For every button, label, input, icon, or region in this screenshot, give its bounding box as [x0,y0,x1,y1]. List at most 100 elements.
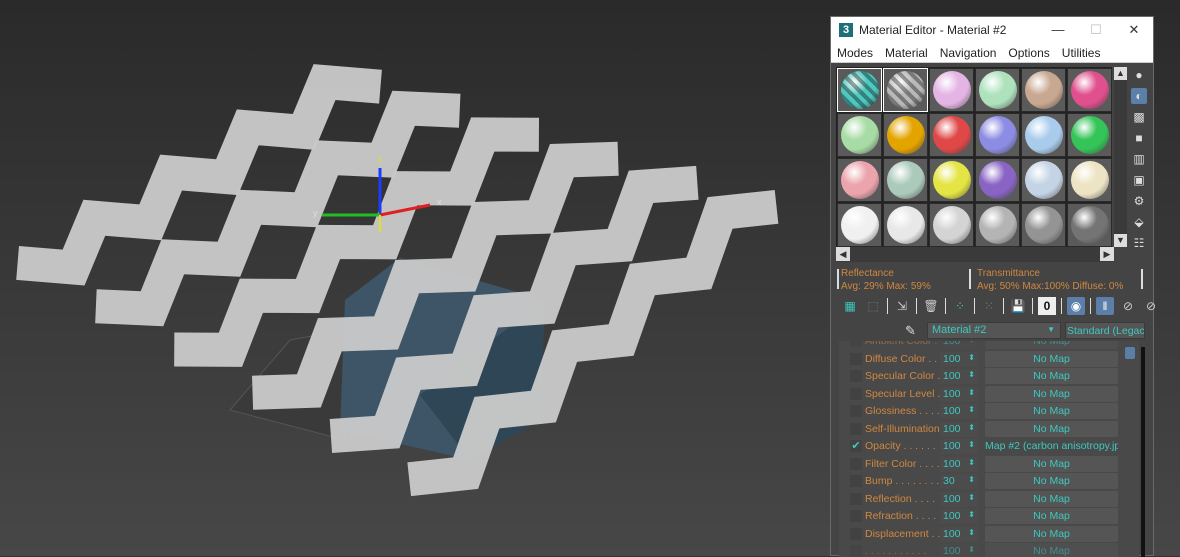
get-material-icon[interactable]: ▦ [841,297,859,315]
map-button[interactable]: No Map [985,420,1118,437]
go-to-parent-icon[interactable]: ⊘ [1119,297,1137,315]
lock-icon[interactable] [1125,347,1135,359]
material-slot[interactable] [975,158,1020,202]
menu-navigation[interactable]: Navigation [934,46,1003,60]
map-button[interactable]: No Map [985,385,1118,402]
put-to-library-icon[interactable]: ⁙ [980,297,998,315]
map-button[interactable]: Map #2 (carbon anisotropy.jpg) [985,438,1118,454]
material-slot[interactable] [883,113,928,157]
make-preview-icon[interactable]: ▣ [1131,172,1147,188]
scroll-right-icon[interactable]: ▶ [1100,247,1114,261]
map-enable-checkbox[interactable] [850,422,862,435]
map-button[interactable]: No Map [985,403,1118,419]
select-by-material-icon[interactable]: ⬙ [1131,214,1147,230]
minimize-button[interactable]: — [1039,22,1077,38]
material-slot[interactable] [929,158,974,202]
material-id-icon[interactable]: 0 [1038,297,1056,315]
material-slot[interactable] [883,203,928,247]
scroll-down-icon[interactable]: ▼ [1114,234,1127,247]
map-button[interactable]: No Map [985,368,1118,384]
material-name-field[interactable]: Material #2 ▼ [927,322,1061,339]
close-button[interactable]: ✕ [1115,22,1153,38]
backlight-icon[interactable]: ◐ [1131,88,1147,104]
material-slot[interactable] [1021,158,1066,202]
material-slot[interactable] [883,68,928,112]
material-slot[interactable] [1067,158,1112,202]
map-enable-checkbox[interactable] [850,545,862,557]
menu-material[interactable]: Material [879,46,934,60]
material-slot[interactable] [1021,68,1066,112]
map-button[interactable]: No Map [985,350,1118,367]
material-map-navigator-icon[interactable]: ☷ [1131,235,1147,251]
map-button[interactable]: No Map [985,455,1118,472]
scroll-up-icon[interactable]: ▲ [1114,67,1127,80]
menu-modes[interactable]: Modes [831,46,879,60]
material-slot[interactable] [1021,203,1066,247]
material-slot[interactable] [837,158,882,202]
menu-options[interactable]: Options [1002,46,1055,60]
slots-horizontal-scrollbar[interactable]: ◀ ▶ [836,247,1114,262]
material-slot[interactable] [883,158,928,202]
map-amount-spinner[interactable]: 100⬍ [940,526,978,542]
map-amount-spinner[interactable]: 100⬍ [940,421,978,437]
map-amount-spinner[interactable]: 100⬍ [940,351,978,367]
map-amount-spinner[interactable]: 100⬍ [940,544,978,557]
material-type-button[interactable]: Standard (Legacy) [1065,322,1145,339]
map-enable-checkbox[interactable] [850,387,862,400]
material-slot[interactable] [1067,203,1112,247]
material-slot[interactable] [1067,113,1112,157]
map-enable-checkbox[interactable] [850,405,862,417]
menu-utilities[interactable]: Utilities [1056,46,1107,60]
map-enable-checkbox[interactable] [850,475,862,487]
map-button[interactable]: No Map [985,341,1118,349]
map-enable-checkbox[interactable] [850,352,862,365]
map-enable-checkbox[interactable] [850,492,862,505]
map-enable-checkbox[interactable] [850,527,862,540]
slots-vertical-scrollbar[interactable]: ▲ ▼ [1114,67,1127,247]
map-amount-spinner[interactable]: 100⬍ [940,369,978,384]
save-icon[interactable]: 💾 [1009,297,1027,315]
uv-tiling-icon[interactable]: ■ [1131,130,1147,146]
put-to-scene-icon[interactable]: ⬚ [864,297,882,315]
eyedropper-icon[interactable]: ✎ [905,323,916,339]
material-slot[interactable] [975,68,1020,112]
material-slot[interactable] [837,113,882,157]
material-slot[interactable] [837,68,882,112]
map-amount-spinner[interactable]: 100⬍ [940,509,978,524]
map-enable-checkbox[interactable] [850,370,862,382]
map-amount-spinner[interactable]: 100⬍ [940,404,978,419]
background-icon[interactable]: ▩ [1131,109,1147,125]
map-amount-spinner[interactable]: 30 ⬍ [940,474,978,489]
map-amount-spinner[interactable]: 100⬍ [940,456,978,472]
video-color-check-icon[interactable]: ▥ [1131,151,1147,167]
map-amount-spinner[interactable]: 100⬍ [940,439,978,454]
map-button[interactable]: No Map [985,525,1118,542]
map-enable-checkbox[interactable] [850,341,862,347]
map-enable-checkbox[interactable] [850,510,862,522]
map-button[interactable]: No Map [985,490,1118,507]
panel-scrollbar[interactable] [1141,347,1145,557]
map-enable-checkbox[interactable]: ✔ [850,440,862,452]
map-amount-spinner[interactable]: 100⬍ [940,341,978,349]
material-slot[interactable] [929,203,974,247]
material-slot[interactable] [1021,113,1066,157]
material-slot[interactable] [975,113,1020,157]
material-slot[interactable] [837,203,882,247]
go-forward-sibling-icon[interactable]: ⊘ [1142,297,1160,315]
reset-map-icon[interactable]: 🗑 [922,297,940,315]
material-slot[interactable] [1067,68,1112,112]
material-slot[interactable] [975,203,1020,247]
map-amount-spinner[interactable]: 100⬍ [940,386,978,402]
map-button[interactable]: No Map [985,508,1118,524]
map-amount-spinner[interactable]: 100⬍ [940,491,978,507]
scroll-left-icon[interactable]: ◀ [836,247,850,261]
title-bar[interactable]: 3 Material Editor - Material #2 — ☐ ✕ [831,17,1153,43]
material-slot[interactable] [929,68,974,112]
map-button[interactable]: No Map [985,473,1118,489]
map-button[interactable]: No Map [985,543,1118,557]
maximize-button[interactable]: ☐ [1077,22,1115,38]
assign-to-selection-icon[interactable]: ⇲ [893,297,911,315]
options-icon[interactable]: ⚙ [1131,193,1147,209]
show-end-result-icon[interactable]: ‖ [1096,297,1114,315]
show-shaded-material-icon[interactable]: ◉ [1067,297,1085,315]
